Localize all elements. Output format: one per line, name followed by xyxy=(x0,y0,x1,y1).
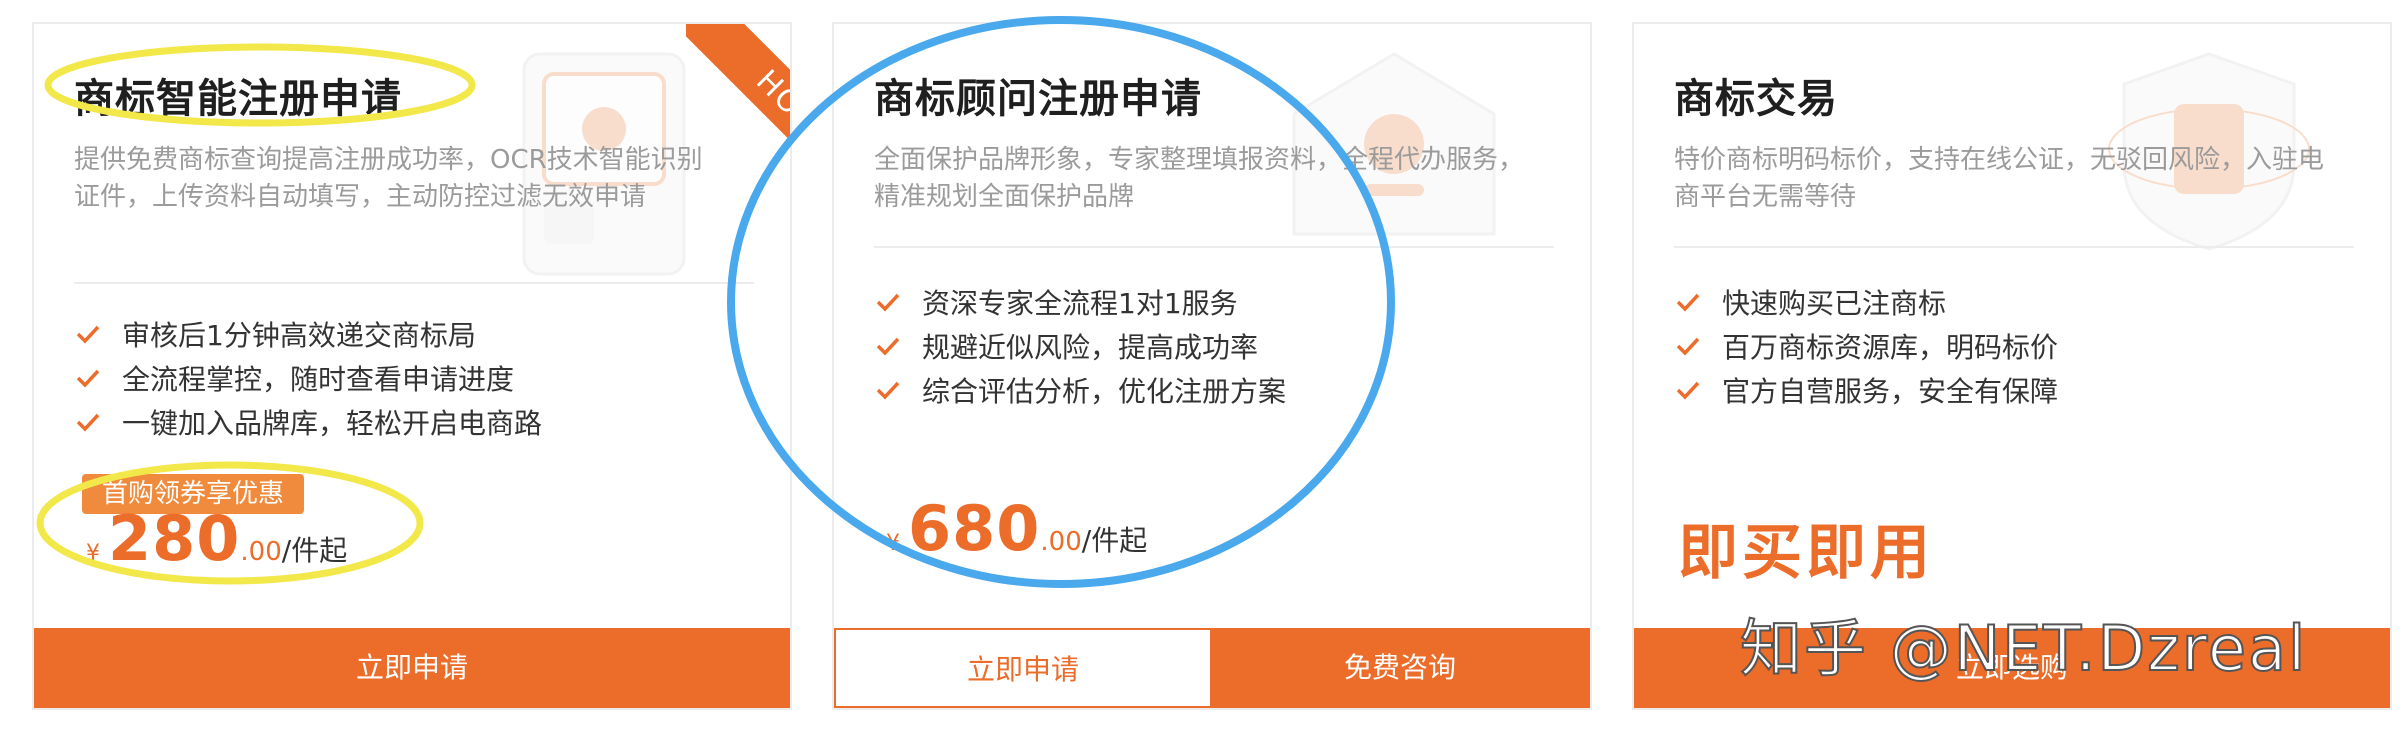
price-currency: ¥ xyxy=(86,541,100,566)
check-icon xyxy=(76,325,100,344)
feature-text: 快速购买已注商标 xyxy=(1722,287,1947,320)
feature-text: 综合评估分析，优化注册方案 xyxy=(922,375,1287,408)
feature-item: 资深专家全流程1对1服务 xyxy=(874,280,1286,324)
price-integer: 280 xyxy=(108,502,241,575)
feature-text: 规避近似风险，提高成功率 xyxy=(922,331,1259,364)
feature-text: 百万商标资源库，明码标价 xyxy=(1722,331,2059,364)
feature-text: 一键加入品牌库，轻松开启电商路 xyxy=(122,407,543,440)
card-title: 商标交易 xyxy=(1674,76,1838,122)
check-icon xyxy=(1676,293,1700,312)
price-integer: 680 xyxy=(908,492,1041,565)
price-unit: /件起 xyxy=(281,534,348,567)
card-description: 特价商标明码标价，支持在线公证，无驳回风险，入驻电商平台无需等待 xyxy=(1674,145,2325,212)
card-description: 全面保护品牌形象，专家整理填报资料，全程代办服务，精准规划全面保护品牌 xyxy=(874,145,1525,212)
feature-item: 全流程掌控，随时查看申请进度 xyxy=(74,356,542,400)
feature-item: 官方自营服务，安全有保障 xyxy=(1674,368,2058,412)
card-consultant-registration: 商标顾问注册申请 全面保护品牌形象，专家整理填报资料，全程代办服务，精准规划全面… xyxy=(832,22,1592,710)
feature-item: 综合评估分析，优化注册方案 xyxy=(874,368,1286,412)
feature-list: 快速购买已注商标 百万商标资源库，明码标价 官方自营服务，安全有保障 xyxy=(1674,280,2058,412)
card-description: 提供免费商标查询提高注册成功率，OCR技术智能识别证件，上传资料自动填写，主动防… xyxy=(74,145,703,212)
feature-text: 全流程掌控，随时查看申请进度 xyxy=(122,363,515,396)
check-icon xyxy=(76,369,100,388)
check-icon xyxy=(1676,337,1700,356)
check-icon xyxy=(876,337,900,356)
divider xyxy=(1674,246,2354,248)
feature-list: 审核后1分钟高效递交商标局 全流程掌控，随时查看申请进度 一键加入品牌库，轻松开… xyxy=(74,312,542,444)
feature-text: 审核后1分钟高效递交商标局 xyxy=(122,319,476,352)
apply-button[interactable]: 立即申请 xyxy=(34,628,790,708)
price-currency: ¥ xyxy=(886,531,900,556)
price-unit: /件起 xyxy=(1081,524,1148,557)
free-consult-button[interactable]: 免费咨询 xyxy=(1210,628,1590,708)
feature-item: 百万商标资源库，明码标价 xyxy=(1674,324,2058,368)
check-icon xyxy=(1676,381,1700,400)
feature-item: 审核后1分钟高效递交商标局 xyxy=(74,312,542,356)
price-decimal: .00 xyxy=(1040,527,1082,557)
check-icon xyxy=(876,381,900,400)
card-smart-registration: 商标智能注册申请 HOT 提供免费商标查询提高注册成功率，OCR技术智能识别证件… xyxy=(32,22,792,710)
card-title: 商标智能注册申请 xyxy=(74,76,402,122)
feature-item: 规避近似风险，提高成功率 xyxy=(874,324,1286,368)
price-decimal: .00 xyxy=(240,537,282,567)
feature-list: 资深专家全流程1对1服务 规避近似风险，提高成功率 综合评估分析，优化注册方案 xyxy=(874,280,1286,412)
slogan: 即买即用 xyxy=(1678,518,1934,588)
price: ¥680.00/件起 xyxy=(886,492,1147,565)
divider xyxy=(74,282,754,284)
check-icon xyxy=(876,293,900,312)
card-title: 商标顾问注册申请 xyxy=(874,76,1202,122)
feature-item: 快速购买已注商标 xyxy=(1674,280,2058,324)
check-icon xyxy=(76,413,100,432)
divider xyxy=(874,246,1554,248)
feature-item: 一键加入品牌库，轻松开启电商路 xyxy=(74,400,542,444)
feature-text: 资深专家全流程1对1服务 xyxy=(922,287,1238,320)
feature-text: 官方自营服务，安全有保障 xyxy=(1722,375,2059,408)
price: ¥280.00/件起 xyxy=(86,502,347,575)
watermark: 知乎 @NET.Dzreal xyxy=(1739,611,2308,686)
apply-button[interactable]: 立即申请 xyxy=(834,628,1212,708)
